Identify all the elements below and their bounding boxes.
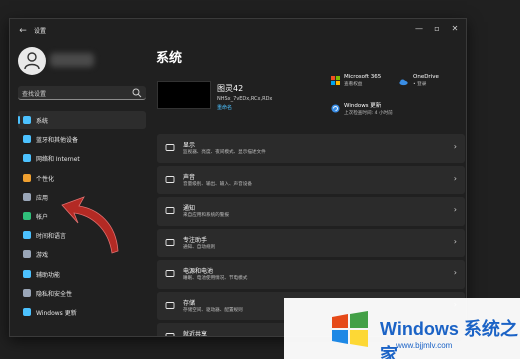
- settings-row-title: 显示: [183, 142, 196, 149]
- chevron-right-icon: ›: [453, 236, 457, 246]
- watermark-title: Windows 系统之家: [380, 319, 518, 359]
- settings-row-subtitle: 存储空间、驱动器、配置规则: [183, 307, 243, 313]
- minimize-icon[interactable]: —: [410, 22, 428, 36]
- moon-icon: [165, 238, 175, 246]
- watermark: Windows 系统之家 www.bjjmlv.com: [284, 298, 520, 359]
- globe-clock-icon: [23, 231, 31, 240]
- windows-update-title: Windows 更新: [344, 103, 382, 109]
- settings-row-title: 就近共享: [183, 331, 208, 337]
- sidebar-item-label: 隐私和安全性: [36, 290, 73, 298]
- settings-row[interactable]: 专注助手 通知、自动规则 ›: [157, 228, 465, 257]
- brush-icon: [23, 173, 31, 182]
- sidebar-item[interactable]: 个性化: [18, 169, 146, 187]
- storage-icon: [165, 301, 175, 309]
- close-icon[interactable]: ✕: [446, 22, 464, 36]
- update-icon: [23, 307, 31, 316]
- onedrive-icon: [399, 79, 408, 86]
- microsoft-365-icon: [331, 76, 340, 85]
- share-icon: [165, 333, 175, 336]
- settings-row-subtitle: 监视器、亮度、夜间模式、显示描述文件: [183, 150, 266, 155]
- sidebar-item[interactable]: Windows 更新: [18, 303, 146, 321]
- chevron-right-icon: ›: [453, 142, 457, 151]
- sidebar-item[interactable]: 辅助功能: [18, 265, 146, 283]
- search-icon[interactable]: [132, 88, 142, 98]
- sidebar-item-label: 应用: [36, 194, 49, 202]
- sidebar-item-label: 辅助功能: [36, 271, 61, 279]
- maximize-icon[interactable]: ▫: [428, 22, 446, 36]
- rename-link[interactable]: 重命名: [217, 104, 232, 111]
- red-arrow-annotation: [61, 196, 119, 254]
- chevron-right-icon: ›: [453, 268, 457, 277]
- user-icon: [24, 52, 40, 70]
- search-input[interactable]: 查找设置: [18, 86, 146, 100]
- wifi-icon: [23, 154, 31, 163]
- display-icon: [165, 144, 175, 151]
- sidebar-item[interactable]: 网络和 Internet: [18, 149, 146, 167]
- apps-icon: [23, 192, 31, 201]
- settings-row-title: 电源和电池: [183, 268, 214, 275]
- avatar[interactable]: [18, 47, 46, 75]
- settings-row-subtitle: 音量级别、输出、输入、声音设备: [183, 181, 252, 187]
- gamepad-icon: [23, 250, 31, 259]
- sidebar-item-label: Windows 更新: [36, 309, 77, 317]
- settings-row[interactable]: 电源和电池 睡眠、电池使用情况、节电模式 ›: [157, 260, 465, 289]
- onedrive-sub: • 登录: [413, 82, 427, 87]
- settings-row-subtitle: 通知、自动规则: [183, 244, 216, 250]
- accessibility-icon: [23, 269, 31, 278]
- sidebar-item[interactable]: 蓝牙和其他设备: [18, 130, 146, 148]
- device-model: NHSx_7vEDx,RCx,RDx: [217, 96, 273, 102]
- settings-row-title: 存储: [183, 299, 196, 307]
- chevron-right-icon: ›: [453, 173, 457, 183]
- bluetooth-icon: [23, 135, 31, 144]
- sidebar-item-label: 网络和 Internet: [36, 156, 80, 164]
- settings-row[interactable]: 显示 监视器、亮度、夜间模式、显示描述文件 ›: [157, 134, 465, 163]
- monitor-icon: [23, 116, 31, 124]
- sidebar-item[interactable]: 系统: [18, 111, 146, 129]
- onedrive-card[interactable]: OneDrive • 登录: [413, 74, 439, 87]
- device-thumbnail: [157, 81, 211, 109]
- settings-row-title: 声音: [183, 173, 196, 181]
- back-arrow-icon[interactable]: ←: [16, 24, 30, 38]
- title-bar: ← 设置 — ▫ ✕: [10, 19, 466, 43]
- settings-row-subtitle: 睡眠、电池使用情况、节电模式: [183, 276, 248, 281]
- windows-update-card[interactable]: Windows 更新 上次检查时间: 4 小时前: [344, 101, 393, 116]
- settings-row[interactable]: 声音 音量级别、输出、输入、声音设备 ›: [157, 165, 465, 194]
- sidebar-item-label: 游戏: [36, 252, 49, 260]
- sidebar-item-label: 蓝牙和其他设备: [36, 137, 79, 145]
- settings-row-title: 通知: [183, 205, 196, 212]
- profile-name-redacted: [50, 53, 94, 67]
- sidebar-item-label: 系统: [36, 118, 49, 125]
- sidebar-item-label: 个性化: [36, 175, 55, 183]
- page-title: 系统: [156, 51, 183, 66]
- speaker-icon: [165, 175, 175, 183]
- microsoft-365-card[interactable]: Microsoft 365 查看权益: [344, 74, 381, 87]
- watermark-url: www.bjjmlv.com: [396, 341, 453, 350]
- window-title: 设置: [34, 28, 47, 35]
- microsoft-365-title: Microsoft 365: [344, 74, 382, 80]
- windows-update-icon: [331, 104, 340, 113]
- power-icon: [165, 270, 175, 277]
- person-icon: [23, 211, 31, 220]
- device-name: 图灵42: [217, 84, 244, 93]
- shield-icon: [23, 288, 31, 297]
- settings-row[interactable]: 通知 来自应用和系统的警报 ›: [157, 197, 465, 226]
- onedrive-title: OneDrive: [413, 74, 439, 80]
- settings-row-title: 专注助手: [183, 236, 208, 244]
- sidebar-item-label: 帐户: [36, 213, 49, 221]
- windows-update-sub: 上次检查时间: 4 小时前: [344, 111, 393, 116]
- sidebar-item[interactable]: 隐私和安全性: [18, 284, 146, 302]
- settings-window: ← 设置 — ▫ ✕ 查找设置 系统蓝牙和其他设备 网络和 Internet 个性化…: [9, 18, 467, 337]
- bell-icon: [165, 207, 175, 214]
- chevron-right-icon: ›: [453, 205, 457, 214]
- windows-logo-icon: [332, 311, 368, 347]
- microsoft-365-sub: 查看权益: [344, 82, 363, 87]
- settings-row-subtitle: 来自应用和系统的警报: [183, 213, 229, 218]
- search-placeholder: 查找设置: [22, 91, 47, 98]
